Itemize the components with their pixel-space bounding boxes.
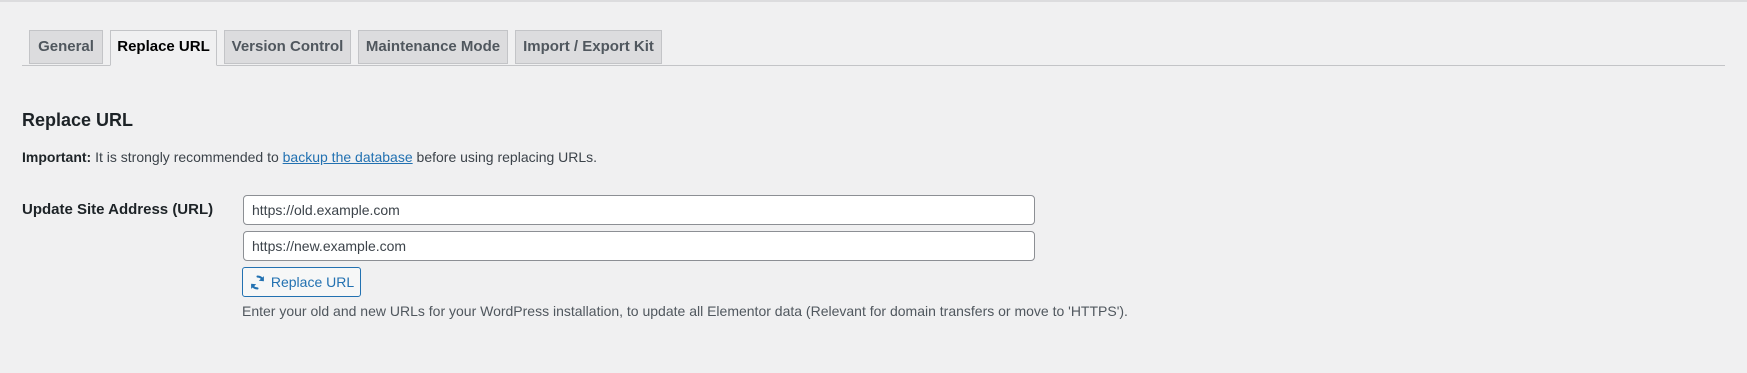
notice-text-before: It is strongly recommended to	[91, 149, 283, 165]
notice-text-after: before using replacing URLs.	[412, 149, 598, 165]
top-divider	[0, 0, 1747, 2]
backup-database-link[interactable]: backup the database	[283, 149, 413, 165]
tab-import-export-kit[interactable]: Import / Export Kit	[515, 30, 662, 64]
old-url-input[interactable]	[243, 195, 1035, 225]
tab-maintenance-mode[interactable]: Maintenance Mode	[358, 30, 508, 64]
backup-notice: Important: It is strongly recommended to…	[22, 149, 597, 165]
replace-url-button-label: Replace URL	[270, 274, 355, 290]
update-site-address-label: Update Site Address (URL)	[22, 201, 214, 218]
notice-important-label: Important:	[22, 149, 92, 165]
settings-tabs: General Replace URL Version Control Main…	[22, 30, 1725, 66]
section-title: Replace URL	[22, 110, 134, 130]
new-url-input[interactable]	[243, 231, 1035, 261]
refresh-icon	[249, 274, 266, 291]
tab-replace-url[interactable]: Replace URL	[110, 30, 217, 66]
tab-general[interactable]: General	[29, 30, 103, 64]
replace-url-description: Enter your old and new URLs for your Wor…	[242, 303, 1128, 319]
tab-version-control[interactable]: Version Control	[224, 30, 351, 64]
replace-url-button[interactable]: Replace URL	[242, 267, 361, 297]
